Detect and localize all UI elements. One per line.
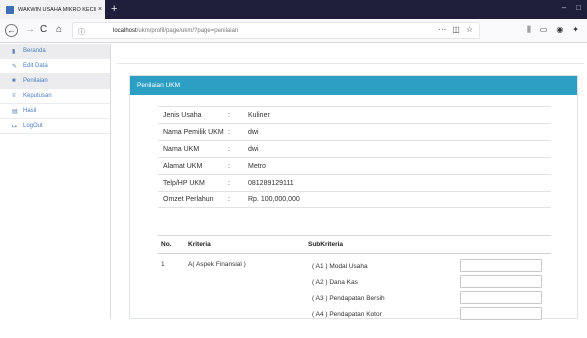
logout-icon: ↦ [12, 123, 18, 130]
list-icon: ≡ [12, 93, 16, 99]
info-sep: : [228, 111, 230, 119]
subcriteria-item: ( A3 ) Pendapatan Bersih [308, 291, 548, 306]
table-row: 1 A( Aspek Finansial ) ( A1 ) Modal Usah… [158, 254, 551, 338]
info-value: dwi [248, 128, 259, 136]
pocket-icon[interactable]: ◫ [452, 25, 460, 34]
info-row: Alamat UKM : Metro [158, 157, 551, 174]
maximize-icon[interactable]: □ [576, 3, 581, 12]
info-key: Nama UKM [163, 145, 200, 153]
ukm-info-table: Jenis Usaha : Kuliner Nama Pemilik UKM :… [158, 106, 551, 208]
info-value: Kuliner [248, 111, 270, 119]
url-bar[interactable]: localhost/ukm/profil/page/ukm/?page=peni… [72, 22, 480, 39]
bookmark-star-icon[interactable]: ☆ [466, 25, 473, 34]
score-input[interactable] [460, 275, 542, 288]
url-host: localhost [113, 27, 137, 34]
header-no: No. [161, 241, 172, 248]
header-kriteria: Kriteria [188, 241, 211, 248]
info-key: Alamat UKM [163, 162, 203, 170]
sidebar-item-label: Beranda [23, 48, 46, 54]
tab-close-icon[interactable]: × [98, 6, 102, 13]
info-row: Telp/HP UKM : 081289129111 [158, 174, 551, 191]
sidebar-item-label: LogOut [23, 123, 43, 129]
info-row: Omzet Perlahun : Rp. 100,000,000 [158, 191, 551, 208]
form-icon: ■ [12, 78, 16, 84]
sidebar-item-beranda[interactable]: ▮ Beranda [0, 44, 110, 59]
subcriteria-label: ( A4 ) Pendapatan Kotor [312, 311, 382, 318]
info-row: Jenis Usaha : Kuliner [158, 106, 551, 123]
site-info-icon[interactable]: ⓘ [78, 27, 85, 37]
sidebar-item-logout[interactable]: ↦ LogOut [0, 119, 110, 134]
subcriteria-item: ( A1 ) Modal Usaha [308, 259, 548, 274]
browser-nav-bar: ← → C ⌂ localhost/ukm/profil/page/ukm/?p… [0, 19, 587, 43]
divider [117, 63, 584, 64]
sidebar-item-penilaian[interactable]: ■ Penilaian [0, 74, 110, 89]
info-key: Jenis Usaha [163, 111, 202, 119]
row-no: 1 [161, 261, 165, 268]
sidebar-item-label: Hasil [23, 108, 37, 114]
browser-toolbar-right: ⫼ ▭ ◉ ✦ [527, 25, 579, 35]
url-actions: ··· ◫ ☆ [438, 25, 473, 34]
info-sep: : [228, 196, 230, 203]
info-key: Nama Pemilik UKM [163, 128, 224, 136]
url-text[interactable]: localhost/ukm/profil/page/ukm/?page=peni… [113, 28, 238, 34]
browser-tab-bar: WAKWIN USAHA MIKRO KECIL D × + – □ [0, 0, 587, 19]
new-tab-button[interactable]: + [111, 3, 117, 15]
main-content: Penilaian UKM Jenis Usaha : Kuliner Nama… [111, 44, 587, 320]
penilaian-panel: Penilaian UKM Jenis Usaha : Kuliner Nama… [129, 75, 578, 320]
info-key: Omzet Perlahun [163, 196, 214, 203]
info-sep: : [228, 128, 230, 136]
account-icon[interactable]: ◉ [556, 25, 563, 35]
subcriteria-label: ( A2 ) Dana Kas [312, 279, 358, 286]
info-row: Nama UKM : dwi [158, 140, 551, 157]
sidebar-item-label: Edit Data [23, 63, 48, 69]
page-actions-icon[interactable]: ··· [438, 25, 446, 34]
sidebar-item-label: Penilaian [23, 78, 48, 84]
library-icon[interactable]: ⫼ [527, 25, 531, 35]
sidebar-item-edit-data[interactable]: ✎ Edit Data [0, 59, 110, 74]
sidebar-item-keputusan[interactable]: ≡ Keputusan [0, 89, 110, 104]
score-input[interactable] [460, 291, 542, 304]
info-sep: : [228, 162, 230, 170]
subcriteria-item: ( A4 ) Pendapatan Kotor [308, 307, 548, 322]
row-kriteria: A( Aspek Finansial ) [188, 261, 246, 268]
site-favicon-icon [6, 5, 14, 14]
info-value: Metro [248, 162, 266, 170]
info-value: dwi [248, 145, 259, 153]
sidebar-item-label: Keputusan [23, 93, 52, 99]
subcriteria-label: ( A3 ) Pendapatan Bersih [312, 295, 385, 302]
edit-icon: ✎ [12, 63, 18, 70]
sidebar-item-hasil[interactable]: ▤ Hasil [0, 104, 110, 119]
panel-title: Penilaian UKM [130, 76, 577, 95]
info-sep: : [228, 179, 230, 187]
url-path: /ukm/profil/page/ukm/?page=penilaian [136, 27, 239, 34]
info-row: Nama Pemilik UKM : dwi [158, 123, 551, 140]
criteria-header: No. Kriteria SubKriteria [158, 235, 551, 254]
home-icon[interactable]: ⌂ [56, 24, 62, 36]
info-sep: : [228, 145, 230, 153]
info-value: Rp. 100,000,000 [248, 196, 300, 203]
extension-icon[interactable]: ✦ [572, 25, 579, 35]
sidebar: ▮ Beranda ✎ Edit Data ■ Penilaian ≡ Kepu… [0, 44, 111, 319]
tab-title: WAKWIN USAHA MIKRO KECIL D [18, 6, 96, 13]
browser-tab[interactable]: WAKWIN USAHA MIKRO KECIL D × [0, 0, 105, 19]
reload-icon[interactable]: C [40, 24, 47, 36]
subcriteria-label: ( A1 ) Modal Usaha [312, 263, 368, 270]
header-subkriteria: SubKriteria [308, 241, 344, 248]
reader-view-icon[interactable]: ▭ [540, 25, 548, 35]
home-icon: ▮ [12, 48, 16, 55]
back-icon[interactable]: ← [5, 24, 18, 37]
table-icon: ▤ [12, 108, 18, 115]
info-key: Telp/HP UKM [163, 179, 205, 187]
info-value: 081289129111 [248, 179, 294, 187]
subcriteria-item: ( A2 ) Dana Kas [308, 275, 548, 290]
criteria-table: No. Kriteria SubKriteria 1 A( Aspek Fina… [158, 235, 551, 338]
score-input[interactable] [460, 307, 542, 320]
window-controls: – □ [562, 3, 581, 12]
score-input[interactable] [460, 259, 542, 272]
forward-icon[interactable]: → [25, 24, 35, 36]
minimize-icon[interactable]: – [562, 3, 566, 12]
